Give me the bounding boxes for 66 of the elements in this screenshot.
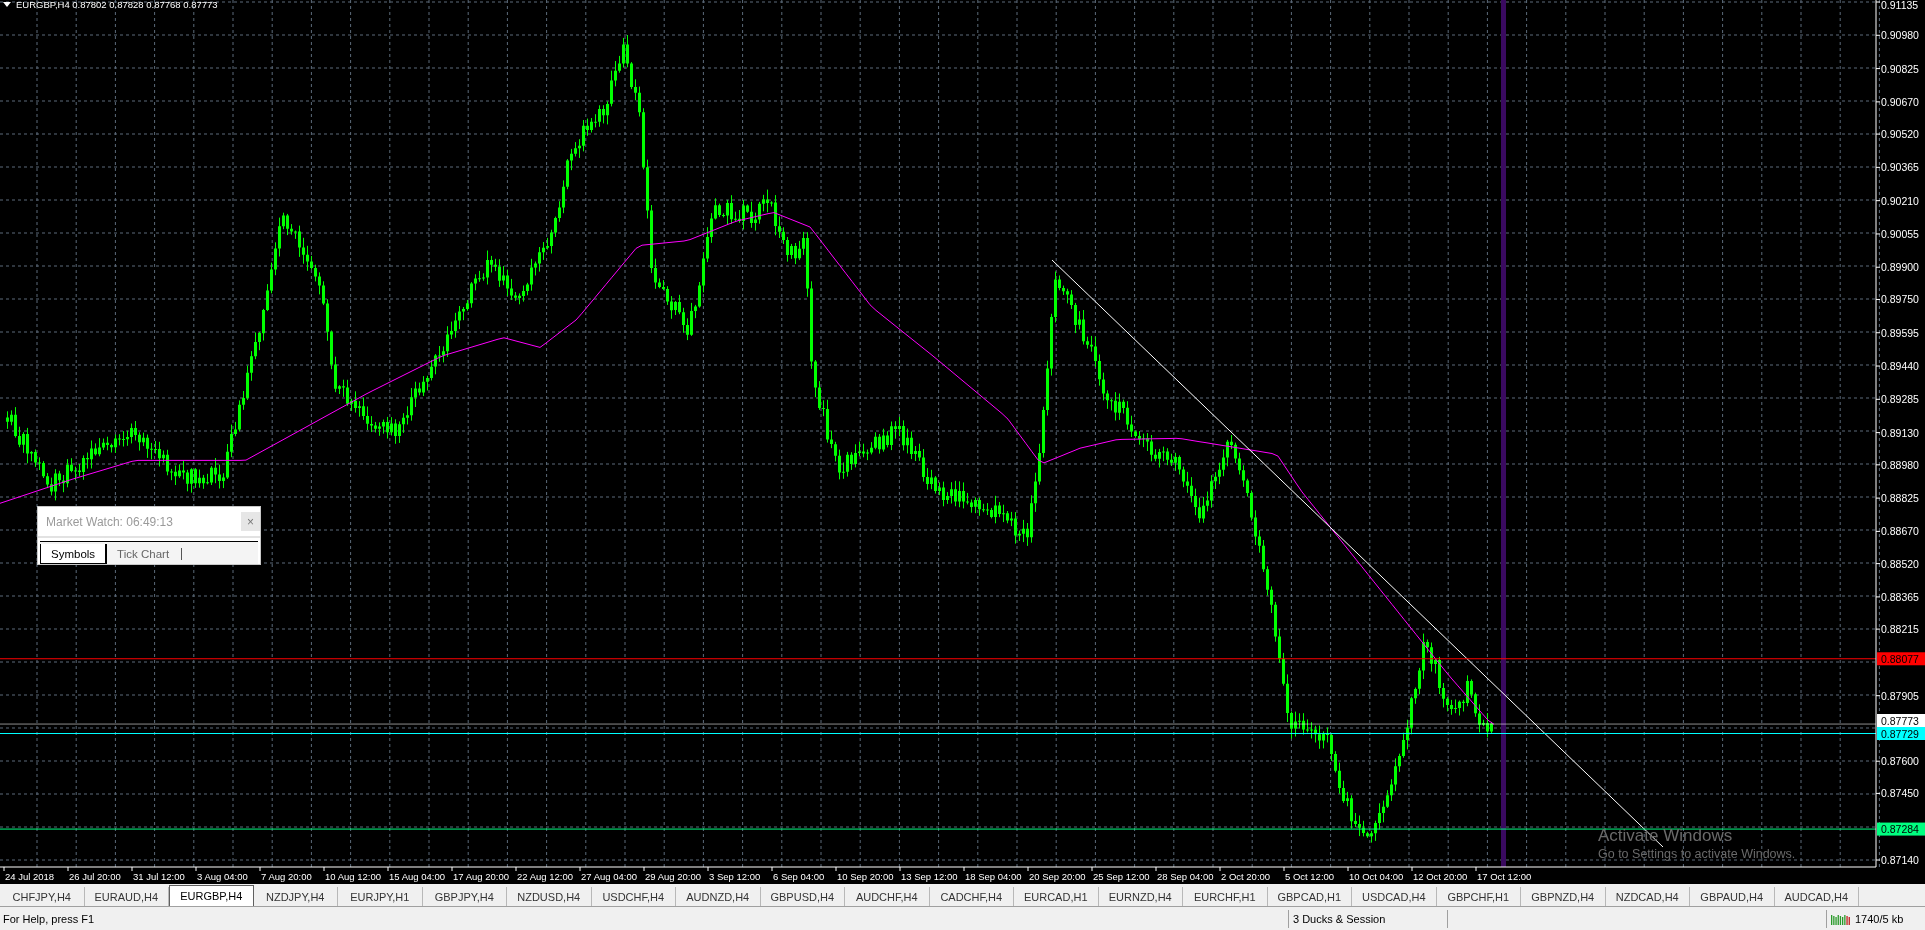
price-label: 0.91135 [1881,0,1919,11]
time-label: 29 Aug 20:00 [645,871,701,882]
chart-title: EURGBP,H4 0.87802 0.87828 0.87768 0.87773 [16,0,218,10]
price-tag-label: 0.87729 [1881,727,1919,740]
price-label: 0.89900 [1881,261,1919,274]
price-label: 0.89285 [1881,393,1919,406]
time-label: 25 Sep 12:00 [1093,871,1150,882]
trend-line[interactable] [1051,259,1664,848]
activation-notice-text: Go to Settings to activate Windows. [1598,846,1796,862]
time-label: 5 Oct 12:00 [1285,871,1335,882]
traffic-text: 1740/5 kb [1855,912,1904,925]
price-label: 0.90980 [1881,29,1919,42]
connection-bars-icon [1831,912,1851,925]
time-label: 6 Sep 04:00 [773,871,825,882]
price-label: 0.89130 [1881,426,1919,439]
time-label: 10 Sep 20:00 [837,871,894,882]
time-label: 17 Aug 20:00 [453,871,509,882]
time-label: 10 Aug 12:00 [325,871,381,882]
time-label: 15 Aug 04:00 [389,871,445,882]
time-label: 17 Oct 12:00 [1477,871,1532,882]
price-label: 0.87905 [1881,689,1919,702]
time-label: 27 Aug 04:00 [581,871,637,882]
price-label: 0.89595 [1881,326,1919,339]
price-label: 0.88670 [1881,525,1919,538]
tab[interactable]: Tick Chart [107,544,180,564]
profile-name: 3 Ducks & Session [1288,909,1447,928]
time-label: 18 Sep 04:00 [965,871,1022,882]
chart-tab[interactable]: EURGBP,H4 [169,885,254,906]
time-label: 2 Oct 20:00 [1221,871,1271,882]
price-label: 0.90365 [1881,161,1919,174]
time-label: 12 Oct 20:00 [1413,871,1468,882]
price-label: 0.89440 [1881,360,1919,373]
time-label: 26 Jul 20:00 [69,871,121,882]
price-label: 0.88215 [1881,623,1919,636]
time-label: 24 Jul 2018 [5,871,55,882]
price-tag-label: 0.87773 [1881,714,1919,727]
price-label: 0.88825 [1881,492,1919,505]
time-label: 22 Aug 12:00 [517,871,573,882]
price-label: 0.90055 [1881,227,1919,240]
time-label: 13 Sep 12:00 [901,871,958,882]
close-button[interactable]: × [241,512,260,531]
status-help-text: For Help, press F1 [2,912,96,925]
price-label: 0.90210 [1881,194,1919,207]
window-title: Market Watch: 06:49:13 [46,514,173,529]
time-label: 10 Oct 04:00 [1349,871,1404,882]
price-tag-label: 0.87284 [1881,823,1919,836]
price-label: 0.88980 [1881,458,1919,471]
time-label: 7 Aug 20:00 [261,871,312,882]
dropdown-triangle-icon[interactable] [3,2,11,7]
time-label: 28 Sep 04:00 [1157,871,1214,882]
time-label: 20 Sep 20:00 [1029,871,1086,882]
price-label: 0.88520 [1881,557,1919,570]
time-label: 31 Jul 12:00 [133,871,185,882]
price-label: 0.87450 [1881,787,1919,800]
price-label: 0.87600 [1881,755,1919,768]
price-label: 0.89750 [1881,293,1919,306]
price-label: 0.90670 [1881,95,1919,108]
price-label: 0.90520 [1881,128,1919,141]
price-tag-label: 0.88077 [1881,652,1919,665]
time-label: 3 Aug 04:00 [197,871,248,882]
price-label: 0.87140 [1881,854,1919,866]
price-level-line[interactable] [0,658,1877,660]
tab[interactable]: Symbols [40,544,108,564]
price-label: 0.88365 [1881,590,1919,603]
time-label: 3 Sep 12:00 [709,871,761,882]
price-label: 0.90825 [1881,62,1919,75]
